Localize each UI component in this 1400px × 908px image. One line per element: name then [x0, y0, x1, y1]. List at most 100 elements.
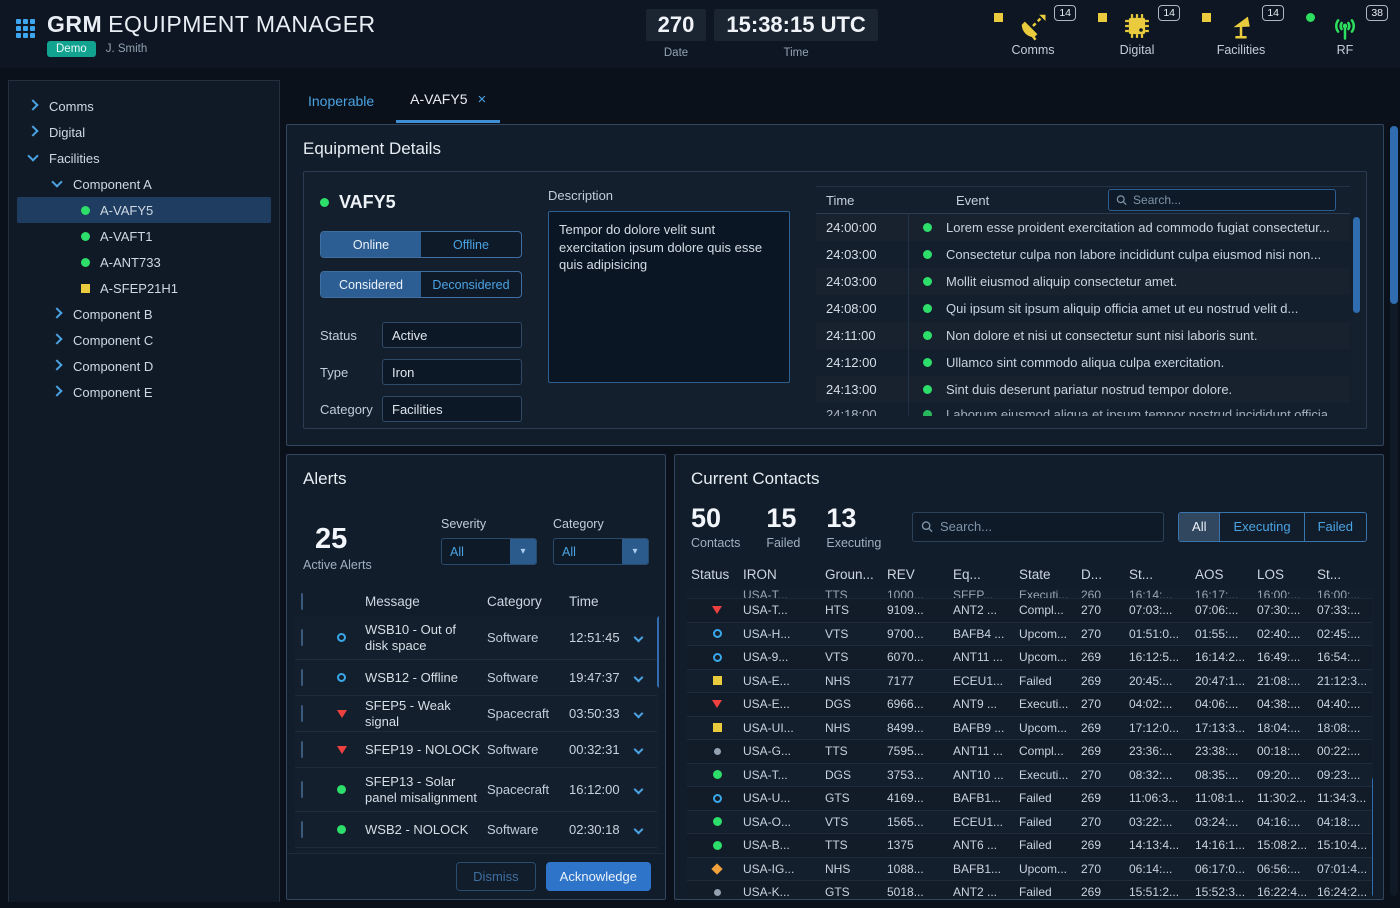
tree-item[interactable]: Component E — [17, 379, 271, 405]
alerts-scrollbar[interactable] — [657, 616, 659, 853]
event-row[interactable]: 24:03:00 Consectetur culpa non labore in… — [816, 241, 1350, 268]
contact-ground: NHS — [825, 862, 887, 876]
contacts-search-input[interactable] — [940, 519, 1155, 534]
tree-item[interactable]: Component C — [17, 327, 271, 353]
expand-chevron-icon[interactable] — [634, 709, 644, 719]
contacts-scrollbar[interactable] — [1372, 590, 1373, 899]
considered-toggle-button[interactable]: Considered — [321, 272, 421, 297]
alert-row[interactable]: SFEP19 - NOLOCK Software 00:32:31 — [295, 732, 659, 768]
tree-item[interactable]: Component D — [17, 353, 271, 379]
contact-row[interactable]: USA-U... GTS 4169... BAFB1... Failed 269… — [687, 787, 1373, 811]
expand-chevron-icon[interactable] — [634, 673, 644, 683]
contact-row[interactable]: USA-K... GTS 5018... ANT2 ... Failed 269… — [687, 881, 1373, 899]
contacts-search — [912, 512, 1164, 542]
filter-failed-button[interactable]: Failed — [1304, 513, 1366, 541]
status-group-facilities[interactable]: 14 Facilities — [1214, 11, 1268, 57]
category-select[interactable]: All ▾ — [553, 538, 649, 565]
contact-los: 04:38:... — [1257, 697, 1317, 711]
event-log-scrollbar[interactable] — [1353, 217, 1360, 402]
select-all-checkbox[interactable] — [301, 593, 303, 610]
filter-all-button[interactable]: All — [1179, 513, 1219, 541]
app-grid-icon[interactable] — [16, 19, 35, 38]
tree-item[interactable]: Comms — [17, 93, 271, 119]
contact-row[interactable]: USA-O... VTS 1565... ECEU1... Failed 270… — [687, 811, 1373, 835]
alert-checkbox[interactable] — [301, 705, 303, 722]
tree-item-label: Component B — [73, 307, 153, 322]
category-field[interactable]: Facilities — [382, 396, 522, 422]
contact-row[interactable]: USA-E... NHS 7177 ECEU1... Failed 269 20… — [687, 670, 1373, 694]
tree-item[interactable]: Facilities — [17, 145, 271, 171]
event-row[interactable]: 24:18:00 Laborum eiusmod aliqua et ipsum… — [816, 403, 1350, 416]
description-textarea[interactable]: Tempor do dolore velit sunt exercitation… — [548, 211, 790, 383]
tab-inoperable[interactable]: Inoperable — [294, 83, 388, 121]
acknowledge-button[interactable]: Acknowledge — [546, 862, 651, 891]
status-field[interactable]: Active — [382, 322, 522, 348]
event-row[interactable]: 24:11:00 Non dolore et nisi ut consectet… — [816, 322, 1350, 349]
tree-item[interactable]: A-SFEP21H1 — [17, 275, 271, 301]
ok-status-icon — [923, 277, 932, 286]
alert-row[interactable]: WSB12 - Offline Software 19:47:37 — [295, 660, 659, 696]
contact-row[interactable]: USA-E... DGS 6966... ANT9 ... Executi...… — [687, 693, 1373, 717]
tree-item[interactable]: A-VAFY5 — [17, 197, 271, 223]
offline-toggle-button[interactable]: Offline — [421, 232, 521, 257]
status-group-digital[interactable]: 14 Digital — [1110, 11, 1164, 57]
online-toggle-button[interactable]: Online — [321, 232, 421, 257]
severity-select[interactable]: All ▾ — [441, 538, 537, 565]
alert-checkbox[interactable] — [301, 781, 303, 798]
event-text: Sint duis deserunt pariatur nostrud temp… — [946, 382, 1350, 397]
contacts-table: Status IRON Groun... REV Eq... State D..… — [687, 560, 1373, 899]
type-field[interactable]: Iron — [382, 359, 522, 385]
status-group-rf[interactable]: 38 RF — [1318, 11, 1372, 57]
contacts-count: 50 — [691, 503, 740, 534]
event-row[interactable]: 24:12:00 Ullamco sint commodo aliqua cul… — [816, 349, 1350, 376]
tree-item[interactable]: A-ANT733 — [17, 249, 271, 275]
alert-checkbox[interactable] — [301, 669, 303, 686]
alert-row[interactable]: SFEP5 - Weak signal Spacecraft 03:50:33 — [295, 696, 659, 732]
contact-row[interactable]: USA-G... TTS 7595... ANT11 ... Compl... … — [687, 740, 1373, 764]
tree-item[interactable]: Component A — [17, 171, 271, 197]
alert-row[interactable]: WSB10 - Out of disk space Software 12:51… — [295, 616, 659, 660]
contact-iron: USA-K... — [743, 885, 825, 899]
contact-rev: 3753... — [887, 768, 953, 782]
alert-row[interactable]: WSB2 - NOLOCK Software 02:30:18 — [295, 812, 659, 848]
alert-checkbox[interactable] — [301, 741, 303, 758]
contact-row[interactable]: USA-9... VTS 6070... ANT11 ... Upcom... … — [687, 646, 1373, 670]
contact-los: 18:04:... — [1257, 721, 1317, 735]
dismiss-button[interactable]: Dismiss — [456, 862, 536, 891]
event-row[interactable]: 24:03:00 Mollit eiusmod aliquip consecte… — [816, 268, 1350, 295]
alert-row[interactable]: ANT2 - Power — [295, 848, 659, 853]
equipment-card: VAFY5 Online Offline Considered Deconsid… — [303, 171, 1367, 429]
status-group-comms[interactable]: 14 Comms — [1006, 11, 1060, 57]
deconsidered-toggle-button[interactable]: Deconsidered — [421, 272, 521, 297]
filter-executing-button[interactable]: Executing — [1219, 513, 1303, 541]
event-search-input[interactable] — [1133, 193, 1328, 207]
tab-a-vafy5[interactable]: A-VAFY5× — [396, 81, 500, 123]
alert-row[interactable]: SFEP13 - Solar panel misalignment Spacec… — [295, 768, 659, 812]
alert-checkbox[interactable] — [301, 629, 303, 646]
event-text: Qui ipsum sit ipsum aliquip officia amet… — [946, 301, 1350, 316]
contact-row[interactable]: USA-IG... NHS 1088... BAFB1... Upcom... … — [687, 858, 1373, 882]
event-row[interactable]: 24:00:00 Lorem esse proident exercitatio… — [816, 214, 1350, 241]
contact-row[interactable]: USA-T... DGS 3753... ANT10 ... Executi..… — [687, 764, 1373, 788]
contact-row[interactable]: USA-T... TTS 1000... SFEP... Executi... … — [687, 588, 1373, 599]
contact-ground: NHS — [825, 721, 887, 735]
contact-row[interactable]: USA-UI... NHS 8499... BAFB9 ... Upcom...… — [687, 717, 1373, 741]
contact-rev: 1565... — [887, 815, 953, 829]
contact-row[interactable]: USA-H... VTS 9700... BAFB4 ... Upcom... … — [687, 623, 1373, 647]
tree-item[interactable]: Component B — [17, 301, 271, 327]
alert-checkbox[interactable] — [301, 821, 303, 838]
tree-item[interactable]: A-VAFT1 — [17, 223, 271, 249]
contact-start: 06:14:... — [1129, 862, 1195, 876]
contact-row[interactable]: USA-B... TTS 1375 ANT6 ... Failed 269 14… — [687, 834, 1373, 858]
event-row[interactable]: 24:08:00 Qui ipsum sit ipsum aliquip off… — [816, 295, 1350, 322]
main-scrollbar[interactable] — [1390, 126, 1398, 896]
expand-chevron-icon[interactable] — [634, 825, 644, 835]
contact-row[interactable]: USA-T... HTS 9109... ANT2 ... Compl... 2… — [687, 599, 1373, 623]
event-row[interactable]: 24:13:00 Sint duis deserunt pariatur nos… — [816, 376, 1350, 403]
expand-chevron-icon[interactable] — [634, 745, 644, 755]
expand-chevron-icon[interactable] — [634, 785, 644, 795]
status-label: Digital — [1110, 43, 1164, 57]
expand-chevron-icon[interactable] — [634, 633, 644, 643]
tree-item[interactable]: Digital — [17, 119, 271, 145]
close-tab-icon[interactable]: × — [477, 91, 486, 108]
